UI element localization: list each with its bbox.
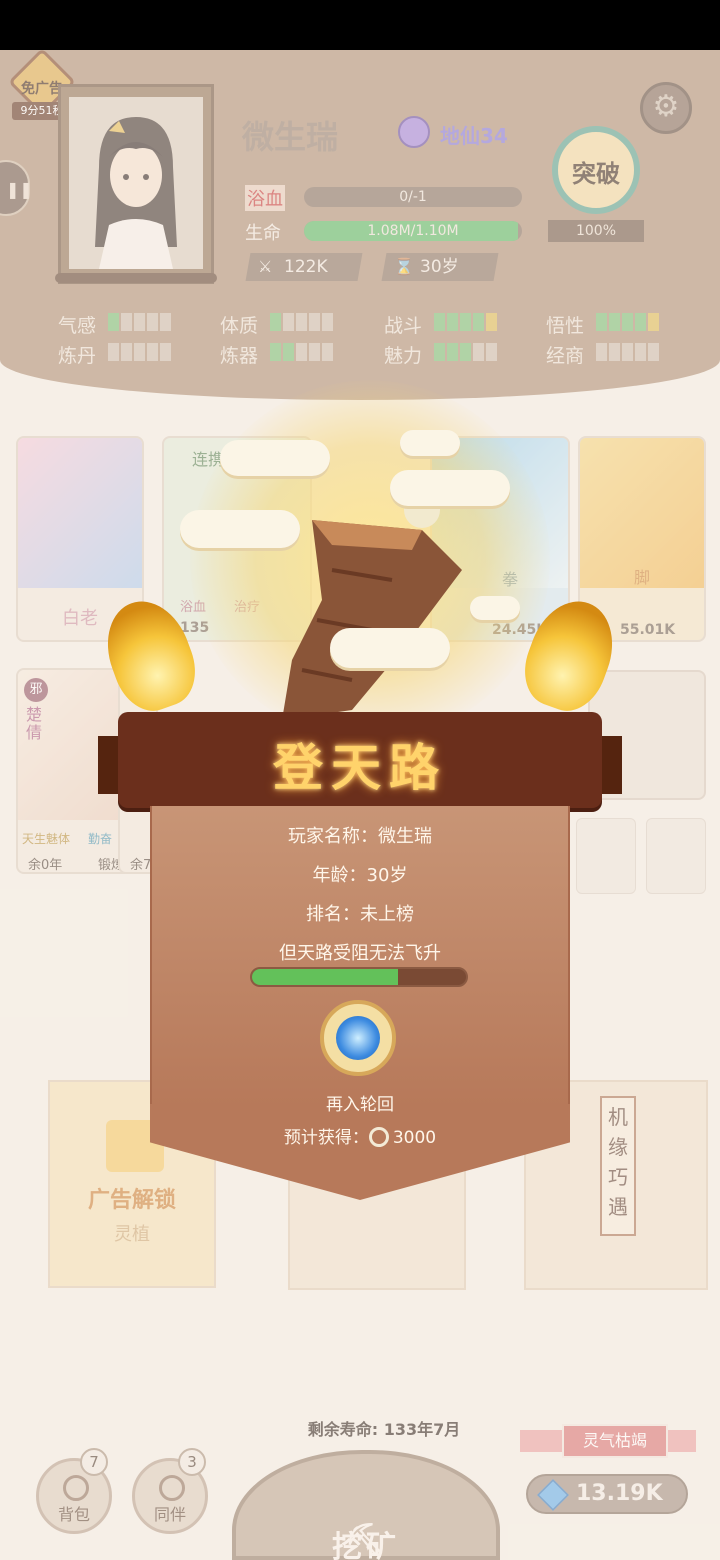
ascension-progress	[250, 967, 468, 987]
tree-icon	[400, 430, 460, 456]
modal-title-banner: 登天路	[118, 712, 602, 808]
blocked-line: 但天路受阻无法飞升	[279, 943, 441, 964]
cloud-icon	[220, 440, 330, 476]
reward-line: 预计获得： 3000	[0, 1123, 720, 1148]
modal-title: 登天路	[273, 738, 447, 797]
ascension-progress-fill	[252, 969, 398, 985]
player-name-line: 玩家名称：微生瑞	[288, 826, 432, 847]
cloud-icon	[330, 628, 450, 668]
rank-line: 排名：未上榜	[306, 904, 414, 925]
vortex-icon	[336, 1016, 380, 1060]
sky-mountain-icon	[282, 492, 462, 720]
spirit-swirl-icon	[368, 1127, 389, 1147]
status-bar	[0, 0, 720, 50]
reincarnate-button[interactable]	[320, 1000, 396, 1076]
cloud-icon	[390, 470, 510, 506]
cloud-icon	[470, 596, 520, 620]
cloud-icon	[180, 510, 300, 548]
reward-prefix: 预计获得：	[283, 1128, 369, 1148]
game-screen: 免广告 9分51秒 ❚❚ 微生瑞 地仙34 ⚙ 突破 100% 浴血 0/-1 …	[0, 0, 720, 1560]
reward-value: 3000	[392, 1128, 437, 1148]
age-line: 年龄：30岁	[312, 865, 408, 886]
reincarnate-label[interactable]: 再入轮回	[0, 1090, 720, 1115]
